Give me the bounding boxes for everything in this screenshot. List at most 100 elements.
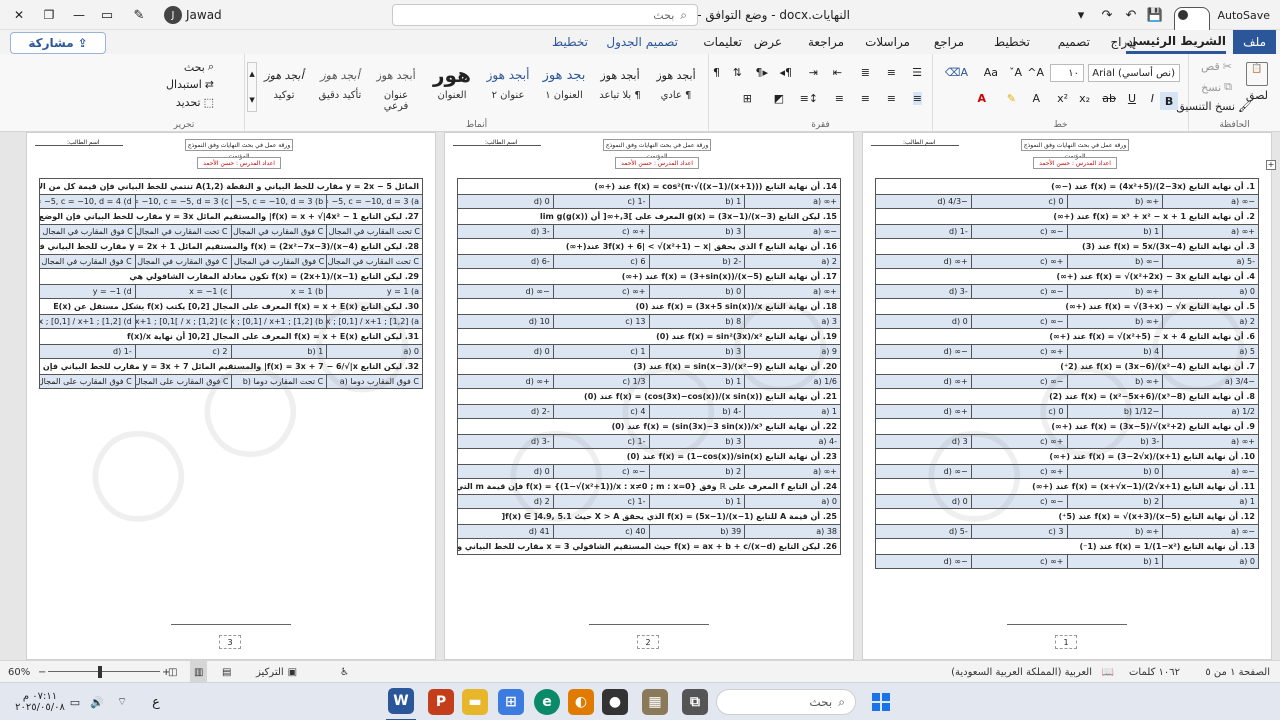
answer-option-cell[interactable]: -3 (b (1066, 434, 1164, 449)
answer-option-cell[interactable]: C تحت المقارب في المجال ]4,+∞[ (a (326, 254, 423, 269)
answer-option-cell[interactable]: -3 (d (875, 284, 972, 299)
answer-option-cell[interactable]: 2 (a (744, 254, 841, 269)
answer-option-cell[interactable]: 4 (b (1066, 344, 1164, 359)
align-left-icon[interactable]: ≡ (861, 92, 870, 105)
document-area[interactable]: ورقة عمل في بحث النهايات وفق النموذج الم… (0, 132, 1280, 660)
zoom-thumb[interactable] (98, 666, 102, 678)
answer-option-cell[interactable]: 1 (c (552, 344, 650, 359)
question-cell[interactable]: 8. أن نهاية التابع f(x) = (x²−5x+6)/(x³−… (875, 388, 1259, 405)
underline-icon[interactable]: U (1128, 92, 1136, 105)
answer-option-cell[interactable]: -6 (d (457, 254, 554, 269)
multilevel-list-icon[interactable]: ≣ (861, 66, 870, 79)
tab-insert[interactable]: إدراج (1110, 30, 1136, 54)
question-cell[interactable]: 9. أن نهاية التابع f(x) = (3x−5)/√(x²+2)… (875, 418, 1259, 435)
answer-option-cell[interactable]: +∞ (d (457, 374, 554, 389)
answer-option-cell[interactable]: -4 (a (744, 434, 841, 449)
answer-option-cell[interactable]: y = 1 (a (326, 284, 423, 299)
shrink-font-icon[interactable]: Aˇ (1009, 66, 1022, 79)
highlight-icon[interactable]: ✎ (1007, 92, 1016, 105)
clock[interactable]: ٠٧:١١ م ٢٠٢٥/٠٥/٠٨ (10, 683, 70, 720)
tab-design[interactable]: تصميم (1058, 30, 1090, 54)
start-button[interactable] (866, 683, 896, 720)
page-info[interactable]: الصفحة ١ من ٥ (1205, 661, 1270, 683)
question-cell[interactable]: 15. ليكن التابع g(x) = (3x−1)/(x−3) المع… (457, 208, 841, 225)
clear-formatting-icon[interactable]: A⌫ (945, 66, 968, 79)
answer-option-cell[interactable]: 3 (b (648, 344, 746, 359)
answer-option-cell[interactable]: C فوق المقارب على المجال ]−∞,0[ (c (134, 374, 232, 389)
minimize-icon[interactable]: — (64, 0, 94, 30)
question-cell[interactable]: 28. ليكن التابع f(x) = (2x²−7x−3)/(x−4) … (39, 238, 423, 255)
answer-option-cell[interactable]: 0 (b (648, 284, 746, 299)
shading-icon[interactable]: ◩ (774, 92, 784, 105)
answer-option-cell[interactable]: −∞ (d (875, 554, 972, 569)
ribbon-display-icon[interactable]: ▭ (98, 0, 116, 30)
answer-option-cell[interactable]: 1 (b (648, 194, 746, 209)
style-title[interactable]: هور العنوان (426, 60, 478, 110)
word-count[interactable]: ١٠٦٢ كلمات (1129, 661, 1180, 683)
volume-icon[interactable]: 🔊 (86, 683, 108, 720)
answer-option-cell[interactable]: +∞ (a (744, 284, 841, 299)
answer-option-cell[interactable]: +∞ (a (1162, 224, 1259, 239)
answer-option-cell[interactable]: 1 (b (648, 494, 746, 509)
answer-option-cell[interactable]: 0 (a (1162, 554, 1259, 569)
accessibility-icon[interactable]: ♿ (340, 661, 349, 683)
zoom-slider[interactable] (48, 671, 160, 672)
cut-button[interactable]: ✂ قص (1201, 60, 1232, 73)
answer-option-cell[interactable]: C تحت المقارب في المجال ]−∞,1/(2√2)[ (c (134, 224, 232, 239)
strikethrough-icon[interactable]: ab (1102, 92, 1116, 105)
tab-mailings[interactable]: مراسلات (865, 30, 910, 54)
answer-option-cell[interactable]: -3 (d (457, 434, 554, 449)
question-cell[interactable]: 23. أن نهاية التابع f(x) = (1−cos(x))/si… (457, 448, 841, 465)
answer-option-cell[interactable]: 9 (a (744, 344, 841, 359)
table-move-handle[interactable]: + (1266, 160, 1276, 170)
answer-option-cell[interactable]: -1 (c (552, 194, 650, 209)
print-layout-icon[interactable]: ▥ (190, 661, 208, 683)
style-no-spacing[interactable]: أبجد هوز ¶ بلا تباعد (594, 60, 646, 110)
zoom-level[interactable]: 60% (8, 661, 30, 683)
tab-file[interactable]: ملف (1233, 30, 1276, 54)
style-heading1[interactable]: بجد هوز العنوان ١ (538, 60, 590, 110)
question-cell[interactable]: 24. أن التابع f المعرف على ℝ وفق f(x) = … (457, 478, 841, 495)
answer-option-cell[interactable]: 1/2 (a (1162, 404, 1259, 419)
font-name-select[interactable]: (نص أساسي) Arial (1088, 64, 1180, 82)
answer-option-cell[interactable]: +∞ (b (1066, 284, 1164, 299)
question-cell[interactable]: 19. أن نهاية التابع f(x) = sin²(3x)/x² ع… (457, 328, 841, 345)
question-cell[interactable]: 14. أن نهاية التابع f(x) = cos²(π·√((x−1… (457, 178, 841, 195)
show-marks-icon[interactable]: ¶ (713, 66, 720, 79)
question-cell[interactable]: 6. أن نهاية التابع f(x) = √(x²+5) − x + … (875, 328, 1259, 345)
answer-option-cell[interactable]: −∞ (c (970, 374, 1068, 389)
tab-review[interactable]: مراجعة (808, 30, 844, 54)
style-normal[interactable]: أبجد هوز ¶ عادي (650, 60, 702, 110)
question-cell[interactable]: 17. أن نهاية التابع f(x) = (3+sin(x))/(x… (457, 268, 841, 285)
bullets-icon[interactable]: ☰ (912, 66, 922, 79)
answer-option-cell[interactable]: 8 (b (648, 314, 746, 329)
paste-button[interactable]: 📋 لصق (1246, 62, 1268, 102)
answer-option-cell[interactable]: 2 (b (1066, 494, 1164, 509)
answer-option-cell[interactable]: C فوق المقارب في المجال ]1/(2√2),+∞[ (b (230, 224, 328, 239)
question-cell[interactable]: 7. أن نهاية التابع f(x) = (3x−6)/(x²−4) … (875, 358, 1259, 375)
font-color-icon[interactable]: A (977, 92, 986, 105)
style-heading2[interactable]: أبجد هوز عنوان ٢ (482, 60, 534, 110)
question-cell[interactable]: 3. أن نهاية التابع f(x) = 5x/(3x−4) عند … (875, 238, 1259, 255)
answer-option-cell[interactable]: 38 (a (744, 524, 841, 539)
style-subtle-emphasis[interactable]: أبجد هوز تأكيد دقيق (314, 60, 366, 110)
edge-icon[interactable]: e (532, 683, 562, 720)
store-icon[interactable]: ⊞ (496, 683, 526, 720)
answer-option-cell[interactable]: 3 (c (970, 524, 1068, 539)
answer-option-cell[interactable]: −∞ (c (552, 464, 650, 479)
explorer-icon[interactable]: ▬ (460, 683, 490, 720)
answer-option-cell[interactable]: 1 (a (1162, 494, 1259, 509)
find-button[interactable]: ⌕ بحث (184, 60, 214, 74)
answer-option-cell[interactable]: +∞ (c (970, 464, 1068, 479)
answer-option-cell[interactable]: -5 (a (1162, 254, 1259, 269)
tab-references[interactable]: مراجع (934, 30, 964, 54)
answer-option-cell[interactable]: 1/3 (c (552, 374, 650, 389)
answer-option-cell[interactable]: +∞ (d (875, 404, 972, 419)
answer-option-cell[interactable]: −∞ (c (970, 494, 1068, 509)
question-cell[interactable]: 2. أن نهاية التابع f(x) = x³ + x² − x + … (875, 208, 1259, 225)
question-cell[interactable]: 10. أن نهاية التابع f(x) = (3−2√x)/(x+1)… (875, 448, 1259, 465)
answer-option-cell[interactable]: 6 (c (552, 254, 650, 269)
spellcheck-icon[interactable]: 📖 (1102, 661, 1114, 683)
style-emphasis[interactable]: أبجد هوز توكيد (258, 60, 310, 110)
tab-layout[interactable]: تخطيط (994, 30, 1030, 54)
